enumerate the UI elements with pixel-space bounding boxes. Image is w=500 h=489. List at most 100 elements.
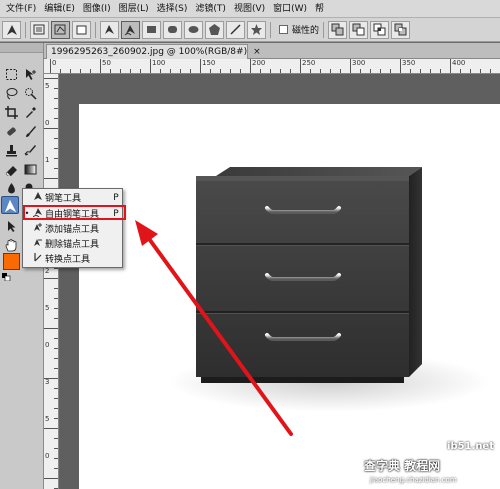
ruler-tick — [50, 59, 51, 73]
highlight-box — [23, 205, 126, 220]
path-add-icon[interactable] — [328, 20, 348, 39]
ruler-tick — [190, 69, 191, 73]
menu-layer[interactable]: 图层(L) — [115, 0, 153, 18]
ellipse-shape-icon[interactable] — [184, 20, 203, 39]
annotation-arrow — [135, 220, 293, 436]
flyout-item-add-anchor[interactable]: 添加锚点工具 — [23, 221, 122, 236]
ruler-number: 0 — [45, 341, 50, 349]
marquee-icon[interactable] — [2, 65, 20, 83]
line-shape-icon[interactable] — [226, 20, 245, 39]
ruler-tick — [54, 338, 58, 339]
move-icon[interactable] — [21, 65, 39, 83]
ruler-tick — [340, 69, 341, 73]
foreground-color-swatch[interactable] — [3, 253, 20, 270]
watermark-title: 查字典 教程网 — [364, 459, 441, 473]
rectangle-shape-icon[interactable] — [142, 20, 161, 39]
menu-select[interactable]: 选择(S) — [153, 0, 192, 18]
tool-preset-pen-icon[interactable] — [2, 20, 21, 39]
pen-icon — [31, 191, 45, 204]
document-tab[interactable]: 1996295263_260902.jpg @ 100%(RGB/8#) × — [46, 44, 261, 59]
ruler-number: 150 — [202, 59, 216, 67]
quick-selection-icon[interactable] — [21, 84, 39, 102]
close-icon[interactable]: × — [253, 47, 261, 57]
paths-icon[interactable] — [51, 20, 70, 39]
menu-help[interactable]: 帮 — [311, 0, 328, 18]
separator — [323, 21, 325, 38]
magnetic-label: 磁性的 — [292, 26, 320, 36]
brush-icon[interactable] — [21, 122, 39, 140]
ruler-tick — [410, 69, 411, 73]
ruler-tick — [400, 59, 401, 73]
crop-icon[interactable] — [2, 103, 20, 121]
flyout-item-label: 删除锚点工具 — [45, 240, 100, 250]
ruler-tick — [230, 69, 231, 73]
ruler-tick — [450, 59, 451, 73]
menu-filter[interactable]: 滤镜(T) — [191, 0, 230, 18]
gradient-icon[interactable] — [21, 160, 39, 178]
ruler-tick — [370, 69, 371, 73]
canvas-area[interactable] — [59, 74, 500, 489]
hand-icon[interactable] — [2, 236, 20, 254]
default-colors-icon[interactable] — [2, 273, 16, 281]
blur-icon[interactable] — [2, 179, 20, 197]
ruler-tick — [120, 69, 121, 73]
ruler-tick — [460, 69, 461, 73]
ruler-number: 100 — [152, 59, 166, 67]
magnetic-checkbox[interactable] — [279, 25, 288, 34]
options-bar: 磁性的 — [0, 18, 500, 42]
healing-brush-icon[interactable] — [2, 122, 20, 140]
ruler-tick — [54, 288, 58, 289]
ruler-tick — [430, 69, 431, 73]
shape-layers-icon[interactable] — [30, 20, 49, 39]
path-selection-icon[interactable] — [2, 217, 20, 235]
ruler-tick — [54, 158, 58, 159]
convert-point-icon — [31, 252, 45, 265]
path-subtract-icon[interactable] — [349, 20, 369, 39]
polygon-shape-icon[interactable] — [205, 20, 224, 39]
menu-view[interactable]: 视图(V) — [230, 0, 269, 18]
ruler-vertical: 50150250350 — [44, 74, 59, 489]
ruler-tick — [440, 69, 441, 73]
custom-shape-icon[interactable] — [247, 20, 266, 39]
ruler-tick — [54, 138, 58, 139]
ruler-number: 5 — [45, 415, 50, 423]
history-brush-icon[interactable] — [21, 141, 39, 159]
toolbox-grip[interactable] — [0, 43, 43, 53]
ruler-tick — [480, 69, 481, 73]
flyout-item-convert-point[interactable]: 转换点工具 — [23, 251, 122, 266]
ruler-tick — [54, 448, 58, 449]
flyout-item-delete-anchor[interactable]: 删除锚点工具 — [23, 236, 122, 251]
clone-stamp-icon[interactable] — [2, 141, 20, 159]
menu-window[interactable]: 窗口(W) — [269, 0, 311, 18]
delete-anchor-icon — [31, 237, 45, 250]
ruler-number: 3 — [45, 378, 50, 386]
path-intersect-icon[interactable] — [370, 20, 390, 39]
ruler-tick — [250, 59, 251, 73]
ruler-tick — [44, 328, 58, 329]
freeform-pen-icon[interactable] — [121, 20, 140, 39]
ruler-tick — [280, 69, 281, 73]
ruler-tick — [170, 69, 171, 73]
ruler-tick — [140, 69, 141, 73]
ruler-tick — [350, 59, 351, 73]
menu-file[interactable]: 文件(F) — [2, 0, 40, 18]
ruler-tick — [44, 428, 58, 429]
lasso-icon[interactable] — [2, 84, 20, 102]
fill-pixels-icon[interactable] — [72, 20, 91, 39]
flyout-item-shortcut: P — [113, 192, 119, 203]
menu-edit[interactable]: 编辑(E) — [40, 0, 79, 18]
eyedropper-icon[interactable] — [21, 103, 39, 121]
pen-icon[interactable] — [100, 20, 119, 39]
path-exclude-icon[interactable] — [391, 20, 411, 39]
eraser-icon[interactable] — [2, 160, 20, 178]
ruler-number: 0 — [52, 59, 57, 67]
pen-tool-icon[interactable] — [1, 196, 19, 214]
flyout-item-pen[interactable]: 钢笔工具 P — [23, 190, 122, 205]
rounded-rectangle-icon[interactable] — [163, 20, 182, 39]
ruler-tick — [54, 108, 58, 109]
ruler-tick — [54, 388, 58, 389]
ruler-tick — [54, 88, 58, 89]
ruler-tick — [54, 398, 58, 399]
ruler-tick — [240, 69, 241, 73]
menu-image[interactable]: 图像(I) — [79, 0, 115, 18]
